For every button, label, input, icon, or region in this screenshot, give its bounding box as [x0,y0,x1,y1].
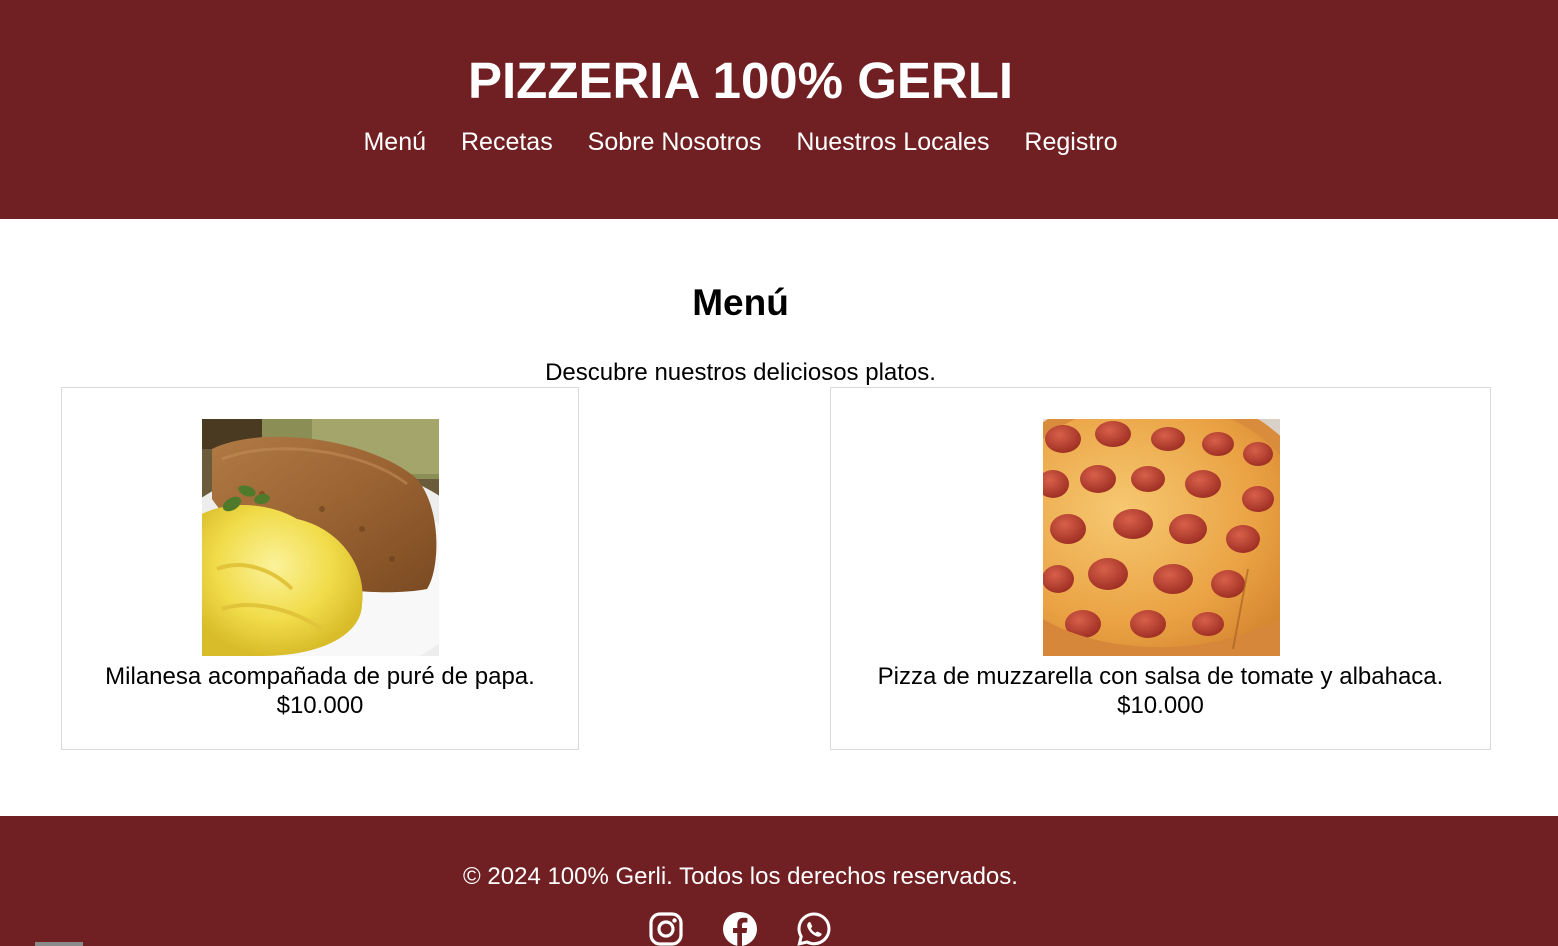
menu-intro: Descubre nuestros deliciosos platos. [545,359,936,386]
nav-link-recetas[interactable]: Recetas [461,128,553,156]
dish-price: $10.000 [276,692,364,719]
dish-description: Milanesa acompañada de puré de papa. [105,663,535,690]
page: PIZZERIA 100% GERLI Menú Recetas Sobre N… [0,0,1558,946]
menu-heading: Menú [692,282,789,323]
dish-card-milanesa: Milanesa acompañada de puré de papa. $10… [61,387,579,750]
site-title: PIZZERIA 100% GERLI [467,52,1014,109]
dish-card-pizza: Pizza de muzzarella con salsa de tomate … [830,387,1491,750]
site-footer: © 2024 100% Gerli. Todos los derechos re… [0,816,1558,946]
whatsapp-icon[interactable] [796,911,832,946]
site-header: PIZZERIA 100% GERLI Menú Recetas Sobre N… [0,0,1558,219]
instagram-icon[interactable] [648,911,684,946]
copyright-text: © 2024 100% Gerli. Todos los derechos re… [463,863,1018,890]
horizontal-scrollbar-thumb[interactable] [35,942,83,946]
pizza-photo [1042,419,1280,656]
milanesa-photo [202,419,439,656]
nav-link-menu[interactable]: Menú [363,128,426,156]
nav-link-sobre-nosotros[interactable]: Sobre Nosotros [588,128,762,156]
nav-link-registro[interactable]: Registro [1024,128,1117,156]
dish-description: Pizza de muzzarella con salsa de tomate … [877,663,1444,690]
dish-price: $10.000 [1117,692,1204,719]
nav-link-nuestros-locales[interactable]: Nuestros Locales [796,128,989,156]
facebook-icon[interactable] [722,911,758,946]
main-nav: Menú Recetas Sobre Nosotros Nuestros Loc… [0,124,1481,160]
